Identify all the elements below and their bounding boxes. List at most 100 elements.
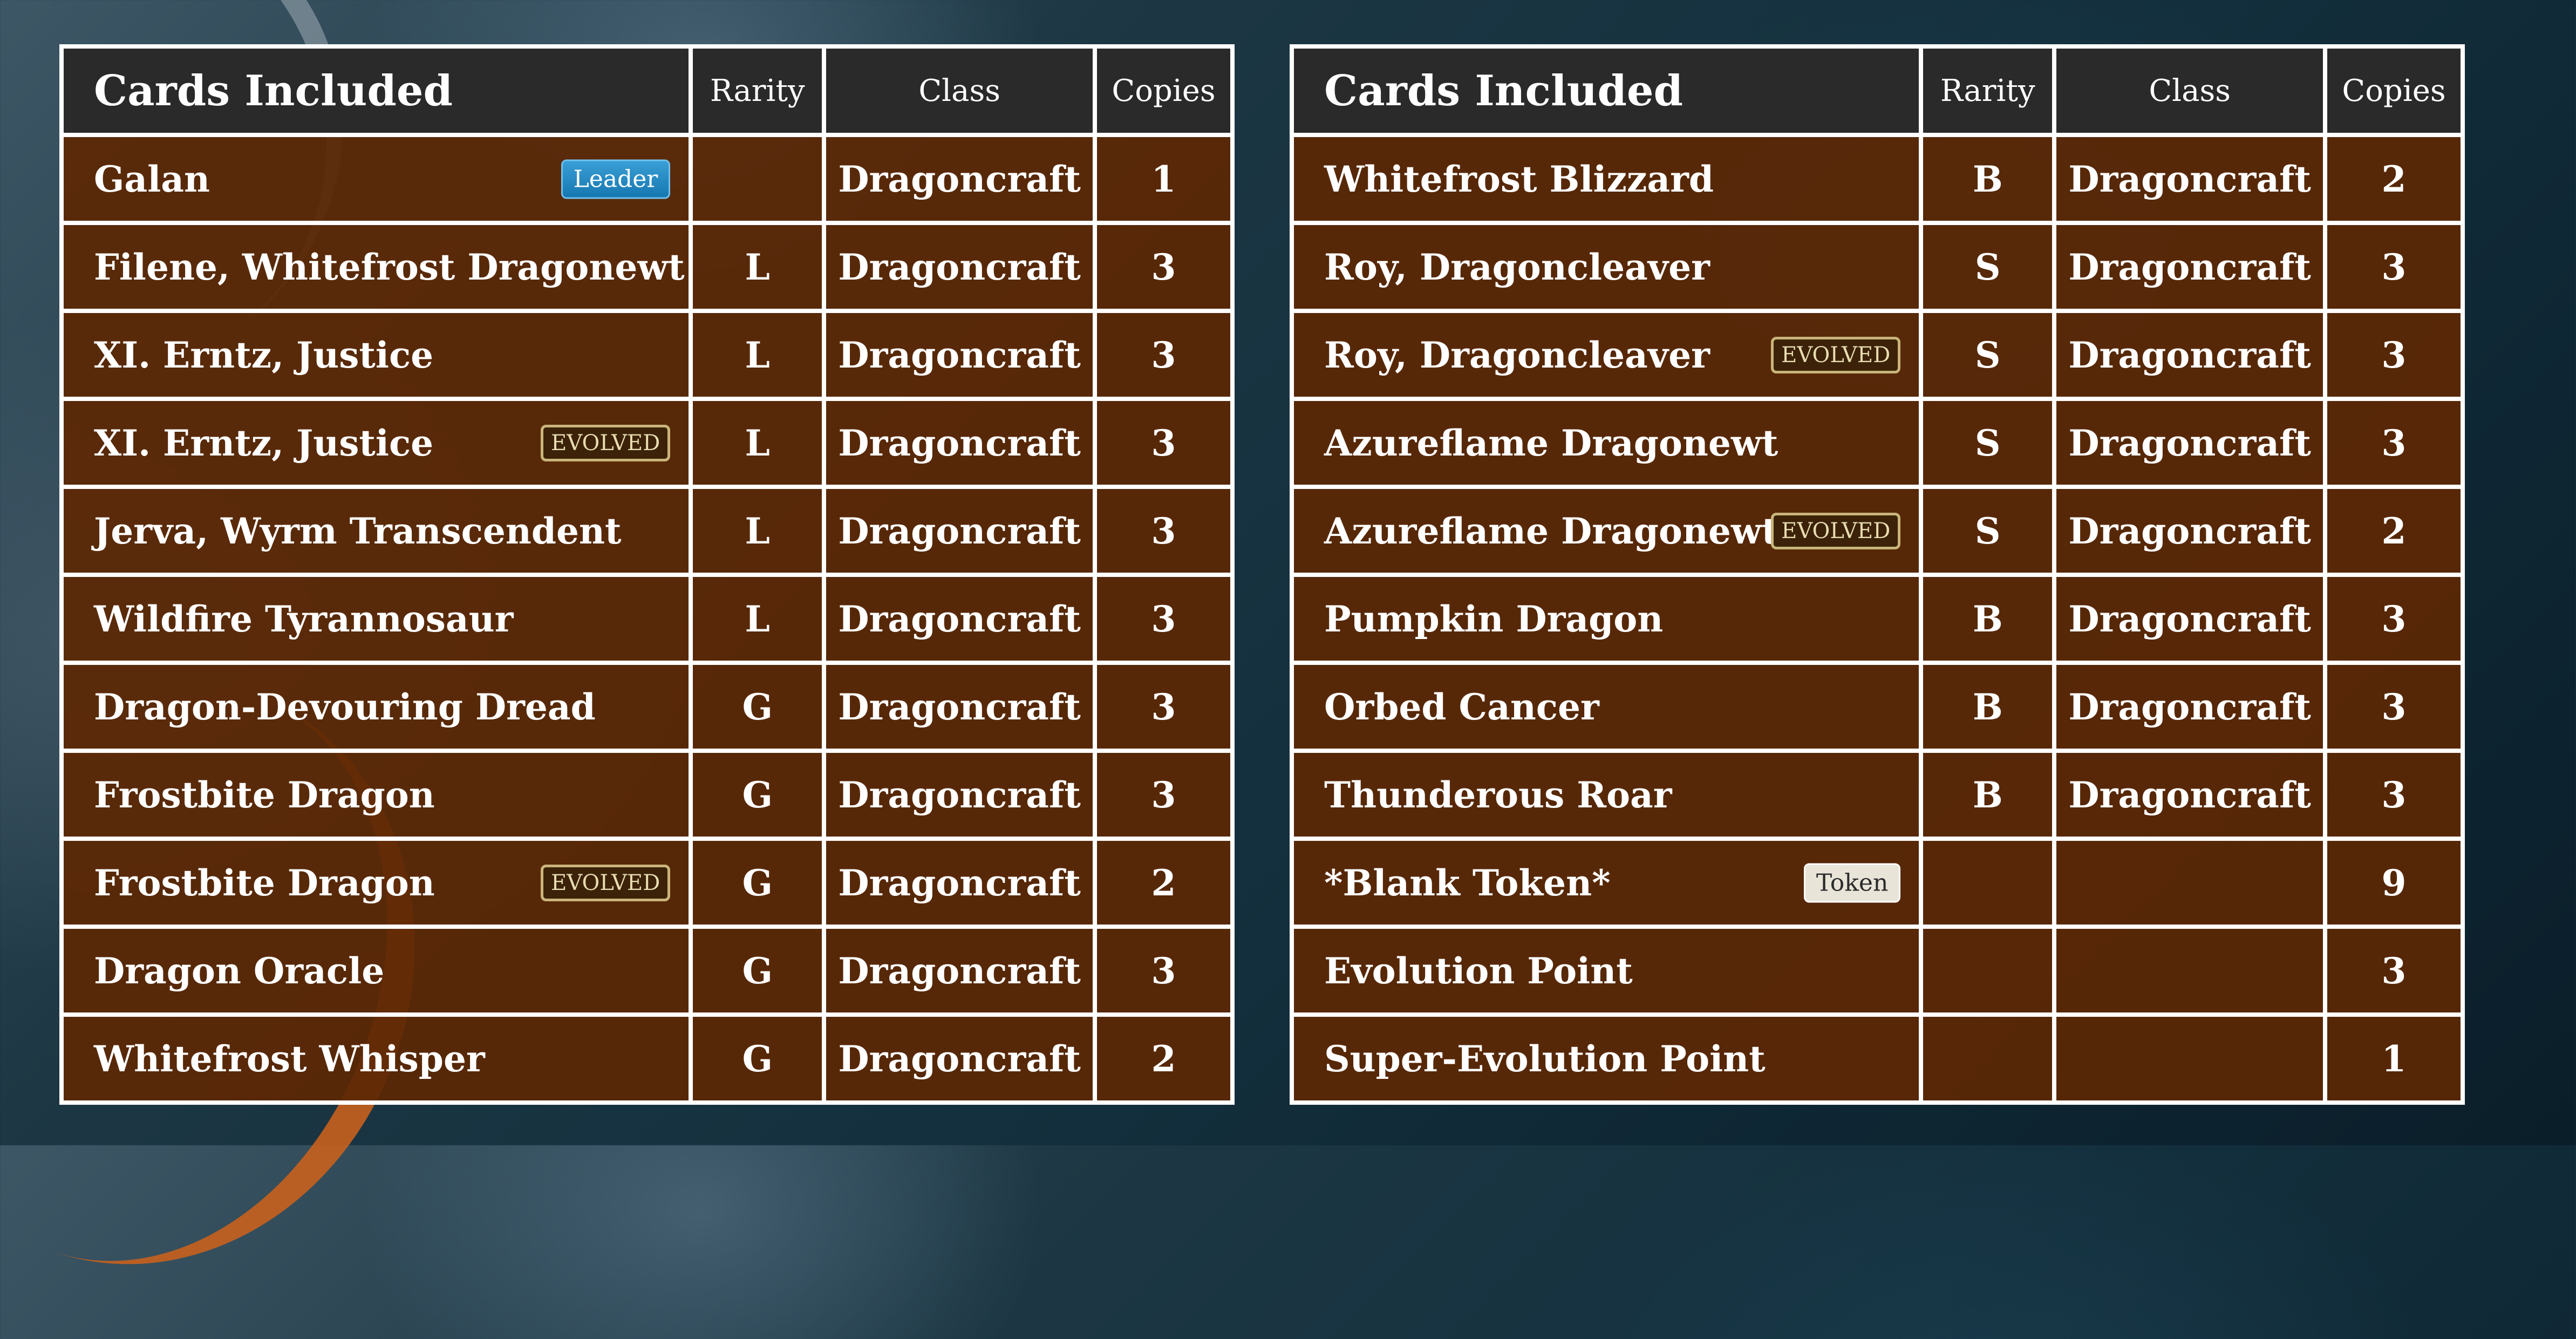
table-row: Dragon-Devouring Dread G Dragoncraft 3 (59, 661, 1235, 753)
copies-cell: 3 (2323, 221, 2465, 313)
copies-cell: 3 (1093, 221, 1235, 313)
card-name: Thunderous Roar (1324, 773, 1672, 816)
copies-cell: 2 (2323, 485, 2465, 577)
rarity-cell (689, 133, 827, 225)
class-cell: Dragoncraft (822, 133, 1098, 225)
table-row: Super-Evolution Point 1 (1289, 1012, 2465, 1105)
table-row: Jerva, Wyrm Transcendent L Dragoncraft 3 (59, 485, 1235, 577)
table-row: Orbed Cancer B Dragoncraft 3 (1289, 661, 2465, 753)
class-cell: Dragoncraft (822, 925, 1098, 1017)
card-name: Galan (94, 158, 210, 200)
table-row: Roy, Dragoncleaver S Dragoncraft 3 (1289, 221, 2465, 313)
rarity-cell: G (689, 1012, 827, 1105)
copies-cell: 3 (1093, 397, 1235, 489)
copies-cell: 3 (1093, 749, 1235, 841)
header-rarity: Rarity (689, 44, 827, 137)
card-name-cell: XI. Erntz, Justice EVOLVED (59, 397, 693, 489)
header-class: Class (822, 44, 1098, 137)
card-name: Whitefrost Whisper (94, 1037, 485, 1080)
table-row: Frostbite Dragon G Dragoncraft 3 (59, 749, 1235, 841)
card-name-cell: Dragon Oracle (59, 925, 693, 1017)
rarity-cell: L (689, 573, 827, 665)
class-cell: Dragoncraft (2052, 397, 2328, 489)
card-name-cell: Whitefrost Whisper (59, 1012, 693, 1105)
class-cell: Dragoncraft (2052, 309, 2328, 401)
rarity-cell (1919, 925, 2057, 1017)
table-row: XI. Erntz, Justice L Dragoncraft 3 (59, 309, 1235, 401)
card-name-cell: Pumpkin Dragon (1289, 573, 1924, 665)
class-cell: Dragoncraft (822, 221, 1098, 313)
table-row: Dragon Oracle G Dragoncraft 3 (59, 925, 1235, 1017)
card-name-cell: *Blank Token* Token (1289, 837, 1924, 929)
card-name: Jerva, Wyrm Transcendent (94, 509, 622, 552)
card-name: Filene, Whitefrost Dragonewt (94, 246, 685, 288)
card-name: Dragon-Devouring Dread (94, 685, 596, 728)
class-cell: Dragoncraft (2052, 749, 2328, 841)
table-row: Roy, Dragoncleaver EVOLVED S Dragoncraft 3 (1289, 309, 2465, 401)
copies-cell: 2 (1093, 1012, 1235, 1105)
header-class: Class (2052, 44, 2328, 137)
card-name-cell: Thunderous Roar (1289, 749, 1924, 841)
rarity-cell: B (1919, 573, 2057, 665)
header-copies: Copies (1093, 44, 1235, 137)
rarity-cell: G (689, 749, 827, 841)
rarity-cell: S (1919, 221, 2057, 313)
card-name-cell: Azureflame Dragonewt EVOLVED (1289, 485, 1924, 577)
evolved-badge: EVOLVED (541, 424, 671, 461)
card-name-cell: Roy, Dragoncleaver EVOLVED (1289, 309, 1924, 401)
copies-cell: 3 (2323, 749, 2465, 841)
rarity-cell (1919, 837, 2057, 929)
table-row: Galan Leader Dragoncraft 1 (59, 133, 1235, 225)
rarity-cell: L (689, 221, 827, 313)
card-name-cell: Wildfire Tyrannosaur (59, 573, 693, 665)
class-cell: Dragoncraft (822, 397, 1098, 489)
copies-cell: 2 (2323, 133, 2465, 225)
copies-cell: 3 (1093, 573, 1235, 665)
copies-cell: 1 (1093, 133, 1235, 225)
copies-cell: 3 (2323, 397, 2465, 489)
rarity-cell: S (1919, 309, 2057, 401)
copies-cell: 3 (1093, 485, 1235, 577)
card-name-cell: Super-Evolution Point (1289, 1012, 1924, 1105)
copies-cell: 3 (2323, 573, 2465, 665)
class-cell: Dragoncraft (822, 573, 1098, 665)
card-name: Orbed Cancer (1324, 685, 1599, 728)
table-row: Filene, Whitefrost Dragonewt L Dragoncraft… (59, 221, 1235, 313)
class-cell: Dragoncraft (822, 749, 1098, 841)
card-name: Frostbite Dragon (94, 861, 435, 904)
table-row: Frostbite Dragon EVOLVED G Dragoncraft 2 (59, 837, 1235, 929)
table-row: Azureflame Dragonewt EVOLVED S Dragoncraft 2 (1289, 485, 2465, 577)
rarity-cell: G (689, 925, 827, 1017)
rarity-cell: G (689, 661, 827, 753)
class-cell (2052, 925, 2328, 1017)
table-header-row: Cards Included Rarity Class Copies (1289, 44, 2465, 137)
copies-cell: 2 (1093, 837, 1235, 929)
rarity-cell: L (689, 485, 827, 577)
class-cell: Dragoncraft (2052, 573, 2328, 665)
cards-table-right: Cards Included Rarity Class Copies White… (1289, 44, 2465, 1105)
copies-cell: 3 (2323, 309, 2465, 401)
rarity-cell: S (1919, 397, 2057, 489)
class-cell (2052, 837, 2328, 929)
header-rarity: Rarity (1919, 44, 2057, 137)
rarity-cell: L (689, 309, 827, 401)
card-name: Super-Evolution Point (1324, 1037, 1766, 1080)
table-header-row: Cards Included Rarity Class Copies (59, 44, 1235, 137)
card-name-cell: Roy, Dragoncleaver (1289, 221, 1924, 313)
table-row: Azureflame Dragonewt S Dragoncraft 3 (1289, 397, 2465, 489)
card-name: Azureflame Dragonewt (1324, 509, 1778, 552)
card-name-cell: Jerva, Wyrm Transcendent (59, 485, 693, 577)
card-name-cell: Frostbite Dragon (59, 749, 693, 841)
copies-cell: 3 (1093, 661, 1235, 753)
rarity-cell: S (1919, 485, 2057, 577)
table-row: XI. Erntz, Justice EVOLVED L Dragoncraft 3 (59, 397, 1235, 489)
card-name-cell: Evolution Point (1289, 925, 1924, 1017)
card-name: Whitefrost Blizzard (1324, 158, 1714, 200)
table-row: Wildfire Tyrannosaur L Dragoncraft 3 (59, 573, 1235, 665)
token-badge: Token (1803, 863, 1901, 902)
class-cell: Dragoncraft (822, 309, 1098, 401)
table-row: Thunderous Roar B Dragoncraft 3 (1289, 749, 2465, 841)
card-name: Wildfire Tyrannosaur (94, 597, 514, 640)
card-name: XI. Erntz, Justice (94, 422, 434, 464)
rarity-cell: L (689, 397, 827, 489)
